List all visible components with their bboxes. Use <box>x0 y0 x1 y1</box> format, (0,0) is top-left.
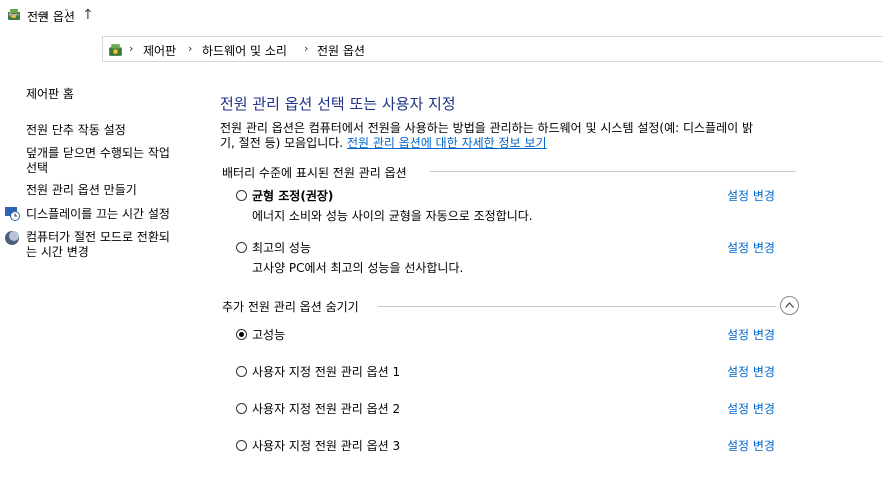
change-settings-link-balanced[interactable]: 설정 변경 <box>727 187 775 204</box>
plan-name-custom-2: 사용자 지정 전원 관리 옵션 2 <box>252 402 401 416</box>
plan-desc-ultimate: 고사양 PC에서 최고의 성능을 선사합니다. <box>252 261 464 275</box>
section-divider <box>378 306 776 307</box>
sidebar-create-power-plan[interactable]: 전원 관리 옵션 만들기 <box>26 183 137 198</box>
plan-name-custom-3: 사용자 지정 전원 관리 옵션 3 <box>252 439 401 453</box>
section-divider <box>430 171 796 172</box>
plan-name-high-performance: 고성능 <box>252 328 286 342</box>
back-arrow-icon[interactable]: ← <box>8 7 20 23</box>
forward-arrow-icon[interactable]: → <box>37 7 49 23</box>
breadcrumb-item-hardware-sound[interactable]: 하드웨어 및 소리 <box>202 42 287 59</box>
address-bar[interactable]: › 제어판 › 하드웨어 및 소리 › 전원 옵션 <box>102 36 883 62</box>
radio-custom-2[interactable] <box>236 403 247 414</box>
page-title: 전원 관리 옵션 선택 또는 사용자 지정 <box>220 95 456 113</box>
up-arrow-icon[interactable]: ↑ <box>82 7 94 23</box>
radio-high-performance[interactable] <box>236 329 247 340</box>
sleep-moon-icon <box>5 231 19 245</box>
sidebar-control-panel-home[interactable]: 제어판 홈 <box>26 87 74 102</box>
more-info-link[interactable]: 전원 관리 옵션에 대한 자세한 정보 보기 <box>347 136 547 150</box>
sidebar-link-line: 컴퓨터가 절전 모드로 전환되 <box>26 230 170 244</box>
plan-name-balanced: 균형 조정(권장) <box>252 189 334 203</box>
description-line: 전원 관리 옵션은 컴퓨터에서 전원을 사용하는 방법을 관리하는 하드웨어 및… <box>220 121 754 135</box>
battery-section-title: 배터리 수준에 표시된 전원 관리 옵션 <box>222 166 407 180</box>
chevron-up-icon <box>785 302 794 308</box>
change-settings-link-ultimate[interactable]: 설정 변경 <box>727 239 775 256</box>
display-clock-icon <box>5 207 20 221</box>
sidebar-link-line: 덮개를 닫으면 수행되는 작업 <box>26 146 170 160</box>
breadcrumb-item-control-panel[interactable]: 제어판 <box>143 42 176 59</box>
radio-custom-3[interactable] <box>236 440 247 451</box>
sidebar-link-line: 선택 <box>26 161 49 175</box>
radio-ultimate[interactable] <box>236 242 247 253</box>
breadcrumb-separator: › <box>304 42 309 55</box>
change-settings-link-custom-3[interactable]: 설정 변경 <box>727 437 775 454</box>
description-line: 기, 절전 등) 모음입니다. <box>220 136 344 150</box>
radio-balanced[interactable] <box>236 190 247 201</box>
breadcrumb-separator: › <box>129 42 134 55</box>
sidebar-power-button-settings[interactable]: 전원 단추 작동 설정 <box>26 123 126 138</box>
sidebar-lid-close-action[interactable]: 덮개를 닫으면 수행되는 작업 선택 <box>26 146 170 176</box>
title-bar: 전원 옵션 <box>0 0 883 32</box>
chevron-down-icon[interactable]: ˅ <box>64 9 69 19</box>
radio-custom-1[interactable] <box>236 366 247 377</box>
breadcrumb-item-power-options[interactable]: 전원 옵션 <box>317 42 365 59</box>
sidebar-sleep-time[interactable]: 컴퓨터가 절전 모드로 전환되 는 시간 변경 <box>26 230 170 260</box>
change-settings-link-custom-2[interactable]: 설정 변경 <box>727 400 775 417</box>
plan-desc-balanced: 에너지 소비와 성능 사이의 균형을 자동으로 조정합니다. <box>252 209 533 223</box>
control-panel-icon <box>109 44 122 56</box>
collapse-button[interactable] <box>780 296 799 315</box>
sidebar-link-line: 는 시간 변경 <box>26 245 89 259</box>
page-description: 전원 관리 옵션은 컴퓨터에서 전원을 사용하는 방법을 관리하는 하드웨어 및… <box>220 121 805 151</box>
plan-name-ultimate: 최고의 성능 <box>252 241 312 255</box>
plan-name-custom-1: 사용자 지정 전원 관리 옵션 1 <box>252 365 401 379</box>
change-settings-link-custom-1[interactable]: 설정 변경 <box>727 363 775 380</box>
sidebar-display-off-time[interactable]: 디스플레이를 끄는 시간 설정 <box>26 207 170 222</box>
extra-section-title[interactable]: 추가 전원 관리 옵션 숨기기 <box>222 298 359 315</box>
breadcrumb-separator: › <box>188 42 193 55</box>
change-settings-link-high-performance[interactable]: 설정 변경 <box>727 326 775 343</box>
